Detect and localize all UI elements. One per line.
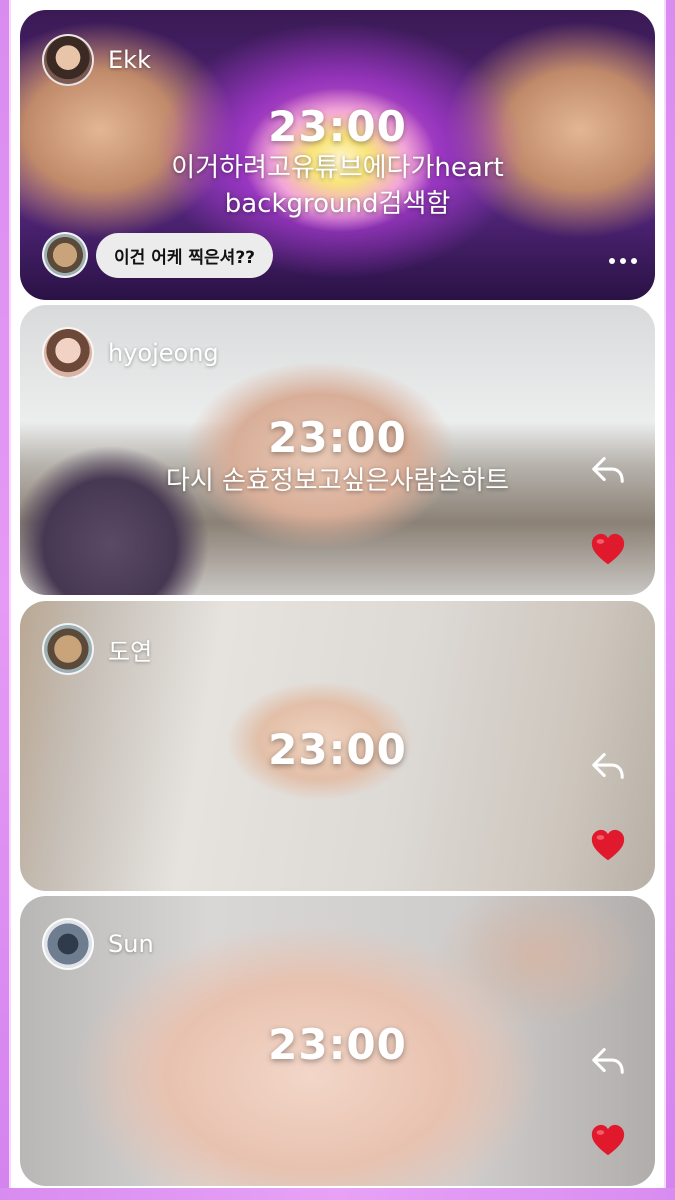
caption-line: 다시 손효정보고싶은사람손하트 [165,466,510,496]
heart-icon[interactable] [589,827,627,865]
post-caption: 다시 손효정보고싶은사람손하트 [20,463,655,499]
caption-line: 이거하려고유튜브에다가heart [171,153,504,183]
post-card-ekk[interactable]: Ekk 23:00 이거하려고유튜브에다가heart background검색함… [20,10,655,300]
avatar[interactable] [42,327,94,379]
post-card-doyeon[interactable]: 도연 23:00 [20,601,655,891]
reply-icon[interactable] [589,1042,627,1080]
phone-frame-right [664,0,675,1200]
phone-frame-bottom [0,1188,675,1200]
post-card-hyojeong[interactable]: hyojeong 23:00 다시 손효정보고싶은사람손하트 [20,305,655,595]
comment-avatar[interactable] [42,232,88,278]
reply-icon[interactable] [589,747,627,785]
post-time: 23:00 [268,725,407,774]
phone-frame-left [0,0,11,1200]
post-time: 23:00 [268,413,407,462]
post-author[interactable]: 도연 [42,623,152,675]
reply-icon[interactable] [589,451,627,489]
username[interactable]: 도연 [108,632,152,667]
post-caption: 이거하려고유튜브에다가heart background검색함 [20,150,655,222]
post-author[interactable]: hyojeong [42,327,219,379]
caption-line: background검색함 [224,189,451,219]
heart-icon[interactable] [589,1122,627,1160]
more-dots-icon[interactable] [609,258,637,264]
username[interactable]: Sun [108,930,154,958]
avatar[interactable] [42,623,94,675]
heart-icon[interactable] [589,531,627,569]
username[interactable]: hyojeong [108,339,219,367]
post-author[interactable]: Ekk [42,34,151,86]
comment[interactable]: 이건 어케 찍은셔?? [42,232,274,278]
post-time: 23:00 [268,102,407,151]
username[interactable]: Ekk [108,46,151,74]
avatar[interactable] [42,918,94,970]
post-card-sun[interactable]: Sun 23:00 [20,896,655,1186]
post-author[interactable]: Sun [42,918,154,970]
comment-text[interactable]: 이건 어케 찍은셔?? [96,232,274,278]
avatar[interactable] [42,34,94,86]
post-time: 23:00 [268,1020,407,1069]
